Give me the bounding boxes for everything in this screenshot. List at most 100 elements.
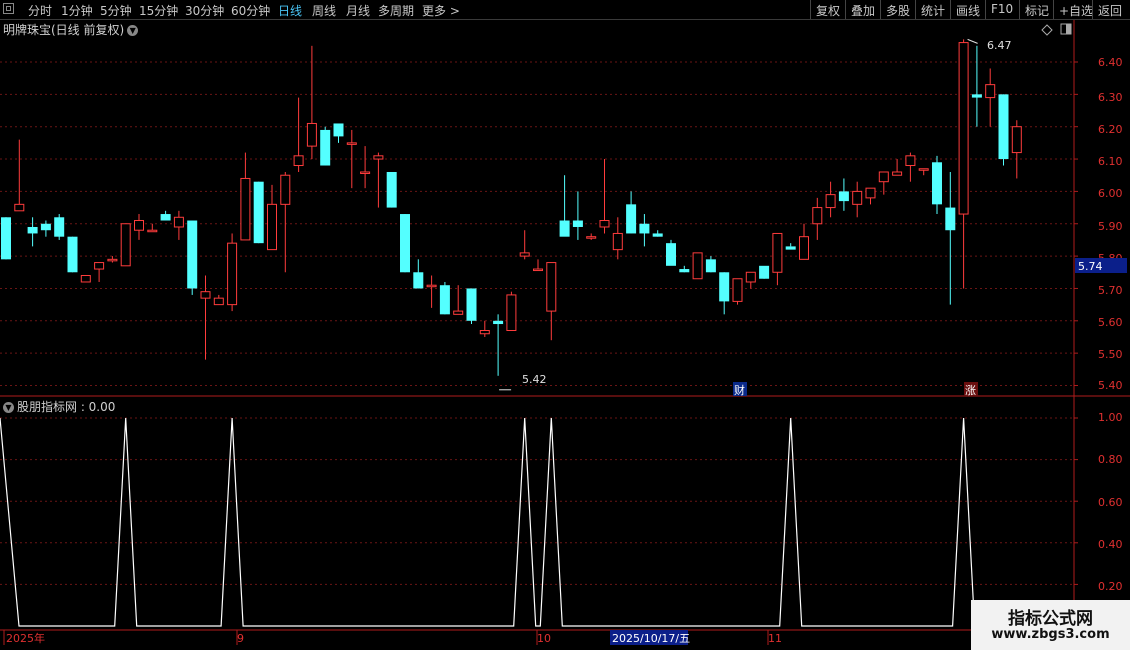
candle [732,278,743,305]
candle [240,152,251,241]
candle [134,214,144,240]
candle [213,294,224,306]
candle-body [745,271,756,283]
candle-body [306,122,317,147]
candle [346,129,357,189]
period-tab-weekly[interactable]: 周线 [312,2,336,19]
candle [40,220,51,237]
candle [772,232,783,286]
candle [54,214,65,240]
period-tab-5min[interactable]: 5分钟 [100,2,132,19]
indicator-title: 股朋指标网 : 0.00 [17,400,116,414]
candle-body [732,278,743,302]
candle [160,210,171,221]
period-tab-30min[interactable]: 30分钟 [185,2,224,19]
multi-stock-button[interactable]: 多股 [880,0,915,19]
candle-body [120,223,131,267]
candle-body [572,220,583,227]
period-tab-fenshi[interactable]: 分时 [28,2,52,19]
price-tick: 5.80 [1098,252,1123,265]
candle [586,233,597,240]
period-tab-daily[interactable]: 日线 [278,2,302,19]
candle [878,171,889,195]
candle-body [187,220,198,289]
candle-body [599,220,610,228]
candle [320,126,331,166]
fuquan-button[interactable]: 复权 [810,0,845,19]
candle [559,175,570,237]
period-tab-monthly[interactable]: 月线 [346,2,370,19]
candle-body [320,129,331,166]
limit-up-badge: 涨 [965,384,976,397]
overlay-button[interactable]: 叠加 [845,0,880,19]
candle [147,223,158,233]
candle-body [559,220,570,237]
candle [94,262,105,282]
candle [200,275,211,360]
candle [825,181,836,218]
statistics-button[interactable]: 统计 [915,0,950,19]
candle [892,159,903,176]
price-tick: 5.70 [1098,284,1123,297]
candle-body [785,246,796,250]
system-menu-icon[interactable] [3,3,14,14]
candles [1,39,1022,376]
candle-body [825,194,836,209]
period-tab-1min[interactable]: 1分钟 [61,2,93,19]
candle-body [426,284,437,288]
candle-body [493,320,504,325]
period-tab-multi[interactable]: 多周期 [378,2,414,19]
f10-button[interactable]: F10 [985,0,1019,19]
candle-body [253,181,264,244]
candle-body [1011,126,1022,154]
period-tab-15min[interactable]: 15分钟 [139,2,178,19]
diamond-icon[interactable] [1041,24,1053,36]
candle [506,291,517,332]
indicator-tick: 0.60 [1098,496,1123,509]
candle [666,239,676,266]
candle-body [360,171,371,174]
stock-title[interactable]: 明牌珠宝(日线 前复权) [3,23,124,37]
candle-body [812,207,823,225]
indicator-plot [0,417,1023,627]
candle-body [666,243,676,266]
candle-body [453,310,464,315]
period-tab-60min[interactable]: 60分钟 [231,2,270,19]
candle [932,155,942,215]
candle-body [439,285,450,315]
chevron-down-icon[interactable]: ▼ [3,402,14,413]
mark-button[interactable]: 标记 [1019,0,1053,19]
candle [293,97,304,172]
add-favorite-button[interactable]: +自选 [1053,0,1093,19]
candle [107,256,118,263]
candle-body [506,294,517,332]
candle-body [227,242,238,306]
candle-body [612,232,623,251]
candle [493,314,504,376]
high-price-marker: 6.47 [987,39,1012,52]
candle-body [67,236,78,273]
candle [187,220,198,295]
toolbar: 分时 1分钟 5分钟 15分钟 30分钟 60分钟 日线 周线 月线 多周期 更… [0,0,1130,20]
chevron-down-icon[interactable]: ▼ [127,25,139,36]
price-tick: 5.50 [1098,348,1123,361]
back-button[interactable]: 返回 [1092,0,1130,19]
candle [27,217,38,247]
date-label: 2025年 [6,631,45,645]
price-tick: 6.40 [1098,56,1123,69]
candle [333,123,344,143]
candle-body [932,162,942,205]
candle-body [173,216,184,228]
candle-body [533,268,543,272]
candle-body [400,214,410,273]
candle [971,45,982,127]
watermark-title: 指标公式网 [1008,609,1093,629]
candle-body [958,42,969,215]
candle-body [466,288,477,321]
draw-line-button[interactable]: 画线 [950,0,985,19]
candle-body [40,223,51,231]
period-tab-more[interactable]: 更多 > [422,2,460,19]
window-toggle-icon[interactable] [1060,23,1072,35]
candle-body [200,291,211,299]
candle [679,265,690,273]
